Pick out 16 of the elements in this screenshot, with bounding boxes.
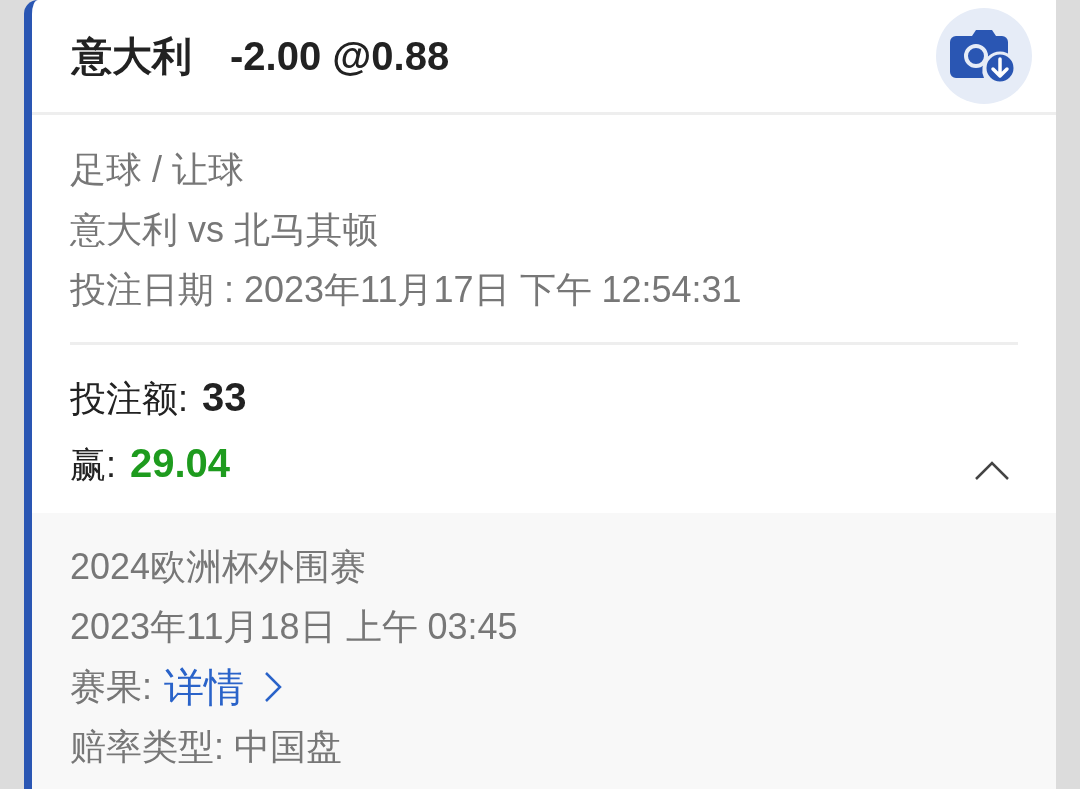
kickoff-text: 2023年11月18日 上午 03:45: [70, 605, 519, 649]
collapse-chevron-icon[interactable]: [974, 461, 1010, 481]
bet-odds: -2.00 @0.88: [230, 33, 450, 80]
bet-date-text: 投注日期 : 2023年11月17日 下午 12:54:31: [70, 268, 743, 312]
chevron-right-icon: [264, 671, 282, 703]
match-text: 意大利 vs 北马其顿: [70, 208, 379, 252]
stake-label: 投注额:: [70, 377, 188, 421]
result-label: 赛果:: [70, 665, 152, 709]
league-text: 2024欧洲杯外围赛: [70, 545, 368, 589]
bet-title: 意大利: [72, 32, 192, 81]
win-label: 赢:: [70, 443, 116, 487]
details-link[interactable]: 详情: [164, 657, 282, 717]
stake-value: 33: [202, 374, 247, 421]
win-value: 29.04: [130, 440, 231, 487]
sport-market-text: 足球 / 让球: [70, 148, 245, 192]
odds-type-text: 赔率类型: 中国盘: [70, 725, 343, 769]
